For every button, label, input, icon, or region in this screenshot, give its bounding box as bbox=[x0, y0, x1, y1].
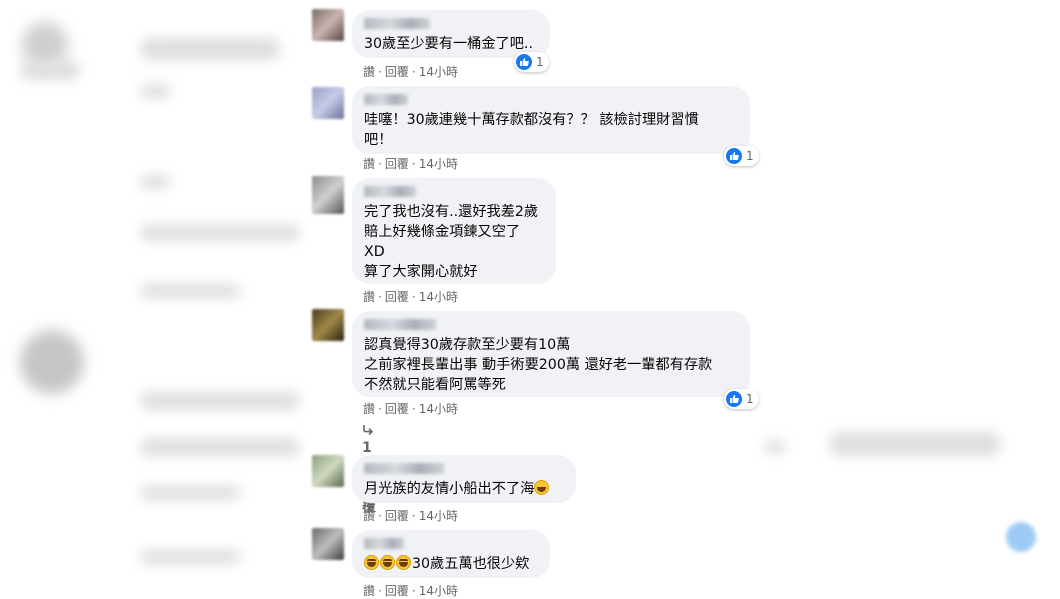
reaction-number: 1 bbox=[746, 392, 754, 406]
reaction-number: 1 bbox=[536, 55, 544, 69]
separator: · bbox=[378, 65, 382, 79]
separator: · bbox=[378, 509, 382, 523]
comment-bubble: 月光族的友情小船出不了海 bbox=[352, 455, 576, 503]
separator: · bbox=[378, 290, 382, 304]
comment-text: 30歲五萬也很少欸 bbox=[364, 554, 538, 574]
timestamp[interactable]: 14小時 bbox=[419, 288, 458, 305]
scroll-top-button[interactable] bbox=[1006, 522, 1036, 552]
grinning-face-emoji bbox=[364, 555, 379, 570]
timestamp[interactable]: 14小時 bbox=[419, 155, 458, 172]
comment-text: 完了我也沒有..還好我差2歲 賠上好幾條金項鍊又空了 XD 算了大家開心就好 bbox=[364, 204, 539, 280]
comment-actions: 讚 · 回覆 · 14小時 bbox=[363, 288, 458, 305]
comment-text: 月光族的友情小船出不了海 bbox=[364, 479, 564, 499]
comment-bubble: 30歲至少要有一桶金了吧.. bbox=[352, 10, 550, 58]
grinning-face-emoji bbox=[396, 555, 411, 570]
reply-arrow-icon bbox=[362, 424, 374, 440]
comment-actions: 讚 · 回覆 · 14小時 bbox=[363, 63, 458, 80]
reply-link[interactable]: 回覆 bbox=[385, 63, 409, 80]
comment-bubble: 完了我也沒有..還好我差2歲 賠上好幾條金項鍊又空了 XD 算了大家開心就好 bbox=[352, 178, 556, 284]
comment-bubble: 哇噻！30歲連幾十萬存款都沒有？？ 該檢討理財習慣 吧！ bbox=[352, 86, 750, 154]
author-name-blurred[interactable] bbox=[364, 538, 404, 549]
separator: · bbox=[378, 402, 382, 416]
avatar[interactable] bbox=[312, 455, 344, 487]
like-link[interactable]: 讚 bbox=[363, 400, 375, 417]
avatar[interactable] bbox=[312, 87, 344, 119]
thumbs-up-icon bbox=[726, 391, 742, 407]
reaction-count[interactable]: 1 bbox=[724, 146, 759, 166]
author-name-blurred[interactable] bbox=[364, 319, 436, 330]
author-name-blurred[interactable] bbox=[364, 94, 408, 105]
author-name-blurred[interactable] bbox=[364, 463, 444, 474]
author-name-blurred[interactable] bbox=[364, 18, 430, 29]
reply-link[interactable]: 回覆 bbox=[385, 288, 409, 305]
timestamp[interactable]: 14小時 bbox=[419, 400, 458, 417]
grinning-face-emoji bbox=[380, 555, 395, 570]
avatar[interactable] bbox=[312, 176, 344, 214]
comment-bubble: 認真覺得30歲存款至少要有10萬 之前家裡長輩出事 動手術要200萬 還好老一輩… bbox=[352, 311, 750, 397]
avatar[interactable] bbox=[312, 9, 344, 41]
reply-link[interactable]: 回覆 bbox=[385, 400, 409, 417]
separator: · bbox=[411, 402, 416, 416]
comment-text: 哇噻！30歲連幾十萬存款都沒有？？ 該檢討理財習慣 吧！ bbox=[364, 112, 699, 148]
author-name-blurred[interactable] bbox=[364, 186, 416, 197]
separator: · bbox=[411, 65, 416, 79]
avatar[interactable] bbox=[312, 309, 344, 341]
comment-actions: 讚 · 回覆 · 14小時 bbox=[363, 155, 458, 172]
comment-actions: 讚 · 回覆 · 14小時 bbox=[363, 582, 458, 599]
timestamp[interactable]: 14小時 bbox=[419, 507, 458, 524]
comment-actions: 讚 · 回覆 · 14小時 bbox=[363, 507, 458, 524]
separator: · bbox=[411, 290, 416, 304]
timestamp[interactable]: 14小時 bbox=[419, 582, 458, 599]
like-link[interactable]: 讚 bbox=[363, 288, 375, 305]
comment-text: 30歲至少要有一桶金了吧.. bbox=[364, 36, 533, 52]
like-link[interactable]: 讚 bbox=[363, 155, 375, 172]
reply-link[interactable]: 回覆 bbox=[385, 507, 409, 524]
comment-text-content: 30歲五萬也很少欸 bbox=[412, 556, 530, 572]
like-link[interactable]: 讚 bbox=[363, 63, 375, 80]
smiling-face-emoji bbox=[534, 480, 550, 495]
separator: · bbox=[411, 157, 416, 171]
thumbs-up-icon bbox=[516, 54, 532, 70]
comment-text: 認真覺得30歲存款至少要有10萬 之前家裡長輩出事 動手術要200萬 還好老一輩… bbox=[364, 337, 713, 393]
separator: · bbox=[411, 509, 416, 523]
thumbs-up-icon bbox=[726, 148, 742, 164]
comment-actions: 讚 · 回覆 · 14小時 bbox=[363, 400, 458, 417]
timestamp[interactable]: 14小時 bbox=[419, 63, 458, 80]
reply-link[interactable]: 回覆 bbox=[385, 582, 409, 599]
reaction-number: 1 bbox=[746, 149, 754, 163]
like-link[interactable]: 讚 bbox=[363, 582, 375, 599]
comments-feed: 30歲至少要有一桶金了吧.. 1 讚 · 回覆 · 14小時 哇噻！30歲連幾十萬存款都… bbox=[300, 0, 760, 599]
reply-link[interactable]: 回覆 bbox=[385, 155, 409, 172]
avatar[interactable] bbox=[312, 528, 344, 560]
comment-text-content: 月光族的友情小船出不了海 bbox=[364, 481, 535, 497]
comment-bubble: 30歲五萬也很少欸 bbox=[352, 530, 550, 578]
separator: · bbox=[378, 157, 382, 171]
reaction-count[interactable]: 1 bbox=[514, 52, 549, 72]
like-link[interactable]: 讚 bbox=[363, 507, 375, 524]
reaction-count[interactable]: 1 bbox=[724, 389, 759, 409]
